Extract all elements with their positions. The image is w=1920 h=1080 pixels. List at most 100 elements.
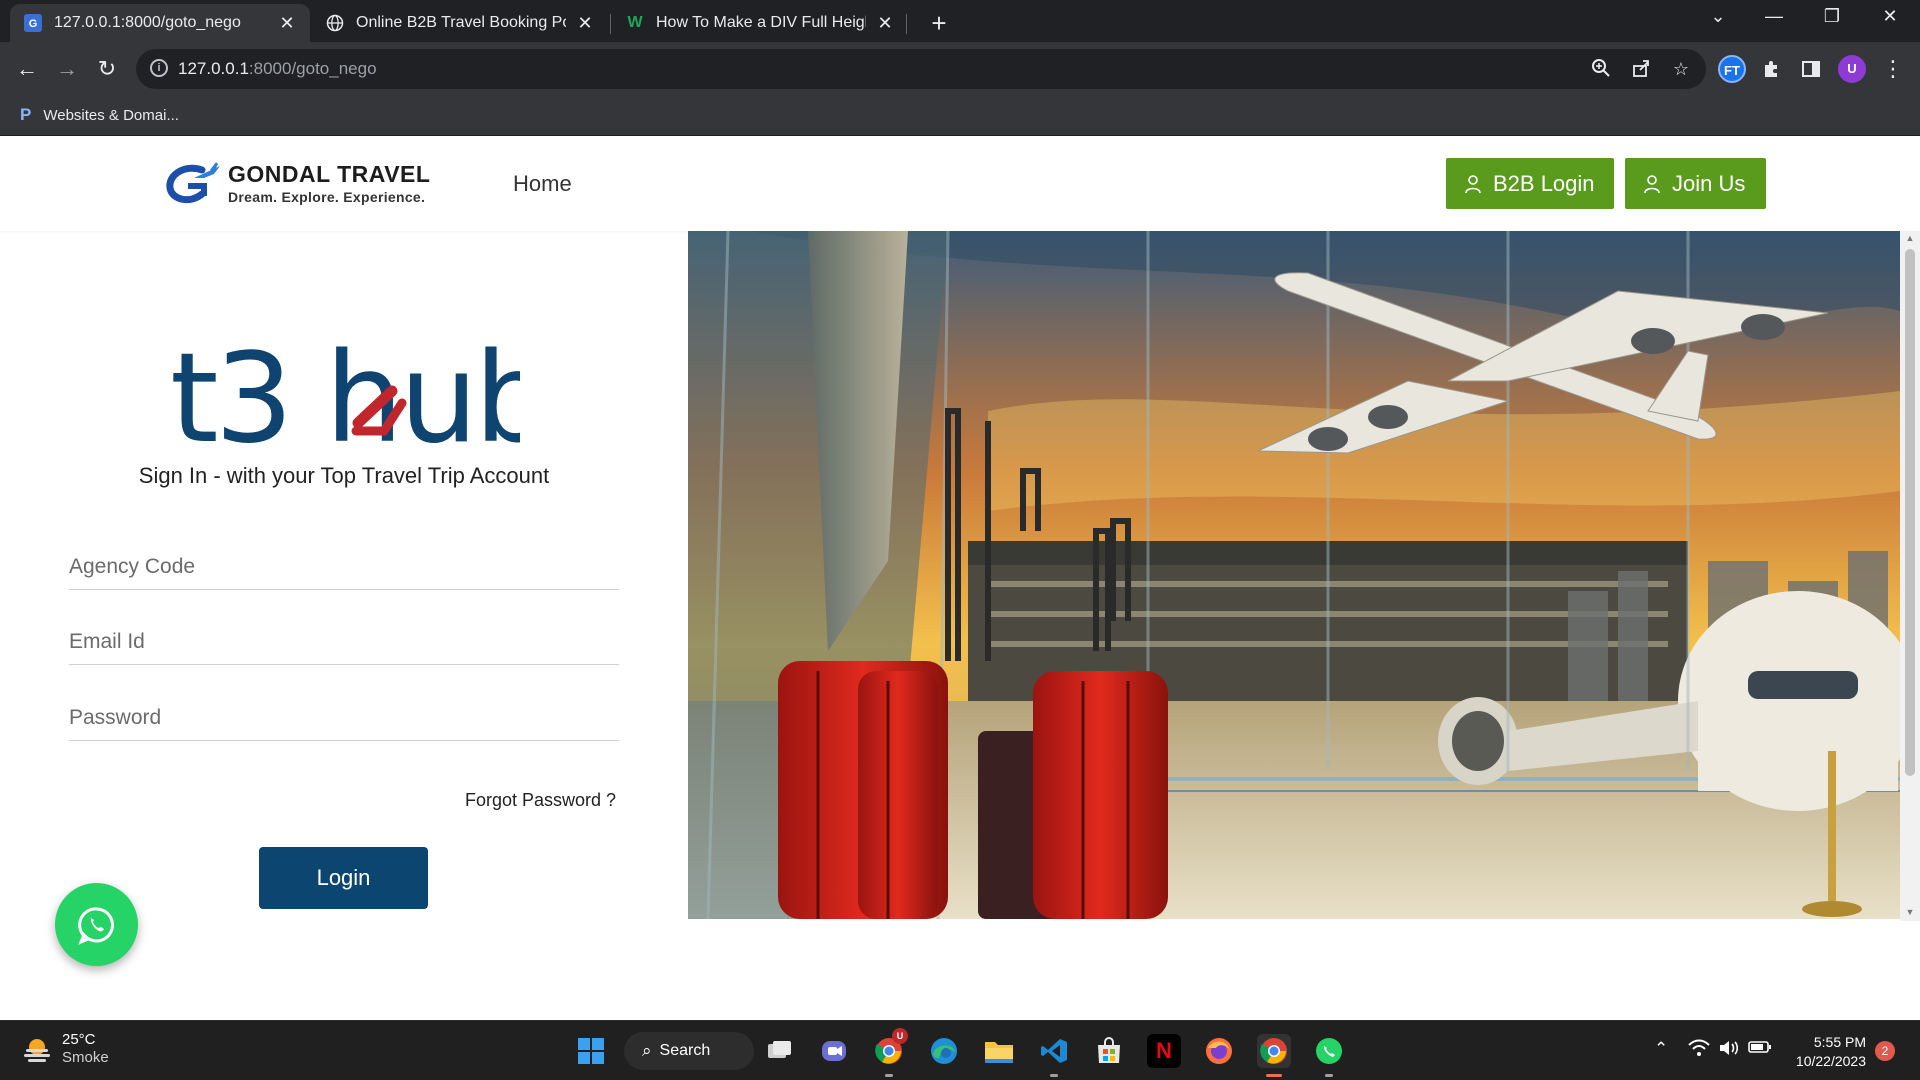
- p-favicon-icon: P: [20, 105, 32, 124]
- join-us-button[interactable]: Join Us: [1625, 158, 1766, 209]
- teams-chat-icon[interactable]: [817, 1034, 851, 1068]
- netflix-icon[interactable]: N: [1147, 1034, 1181, 1068]
- scroll-down-arrow-icon[interactable]: ▼: [1905, 907, 1915, 917]
- tab-title: 127.0.0.1:8000/goto_nego: [54, 14, 241, 31]
- new-tab-plus-icon[interactable]: +: [924, 8, 954, 39]
- b2b-login-button[interactable]: B2B Login: [1446, 158, 1614, 209]
- email-input[interactable]: [69, 609, 619, 664]
- browser-tab-strip: G 127.0.0.1:8000/goto_nego ✕ Online B2B …: [0, 0, 1920, 42]
- globe-icon: [326, 14, 344, 32]
- web-page: GONDAL TRAVEL Dream. Explore. Experience…: [0, 136, 1920, 1020]
- show-hidden-icons-chevron-icon[interactable]: ⌃: [1654, 1039, 1668, 1059]
- bookmark-websites-domains[interactable]: P Websites & Domai...: [20, 105, 179, 125]
- bookmark-star-icon[interactable]: ☆: [1670, 58, 1692, 80]
- close-tab-icon[interactable]: ✕: [576, 13, 594, 34]
- whatsapp-taskbar-icon[interactable]: [1312, 1034, 1346, 1068]
- forward-arrow-icon[interactable]: →: [52, 54, 82, 84]
- brand-tagline: Dream. Explore. Experience.: [228, 189, 426, 205]
- tab-div-full-height[interactable]: W How To Make a DIV Full Height ✕: [612, 4, 908, 42]
- chrome-profile-badge: U: [892, 1028, 908, 1044]
- tab-search-chevron-icon[interactable]: ⌄: [1698, 6, 1738, 27]
- vscode-icon[interactable]: [1037, 1034, 1071, 1068]
- edge-icon[interactable]: [927, 1034, 961, 1068]
- address-bar[interactable]: i 127.0.0.1:8000/goto_nego ☆: [136, 49, 1706, 89]
- join-us-label: Join Us: [1672, 170, 1746, 196]
- side-panel-icon[interactable]: [1796, 54, 1826, 84]
- file-explorer-icon[interactable]: [982, 1034, 1016, 1068]
- user-icon: [1644, 174, 1660, 193]
- close-tab-icon[interactable]: ✕: [876, 13, 894, 34]
- agency-code-input[interactable]: [69, 534, 619, 589]
- site-favicon-icon: G: [24, 14, 42, 32]
- whatsapp-chat-button[interactable]: [55, 883, 138, 966]
- scroll-up-arrow-icon[interactable]: ▲: [1905, 233, 1915, 243]
- tab-title: How To Make a DIV Full Height: [656, 14, 866, 31]
- t3-hub-logo-text: t3 hub: [170, 331, 520, 451]
- weather-widget[interactable]: 25°C Smoke: [22, 1031, 109, 1067]
- chrome-profile-icon[interactable]: U: [872, 1028, 908, 1068]
- task-view-icon[interactable]: [762, 1034, 796, 1068]
- logo-plane-icon: [166, 162, 220, 204]
- site-info-icon[interactable]: i: [150, 59, 168, 77]
- system-clock[interactable]: 5:55 PM 10/22/2023: [1786, 1033, 1866, 1071]
- active-indicator: [1266, 1074, 1282, 1077]
- notification-badge[interactable]: 2: [1875, 1041, 1895, 1061]
- tab-b2b-portal[interactable]: Online B2B Travel Booking Porta ✕: [312, 4, 608, 42]
- search-icon: ⌕: [642, 1041, 652, 1060]
- tab-goto-nego[interactable]: G 127.0.0.1:8000/goto_nego ✕: [10, 4, 310, 42]
- page-scrollbar[interactable]: ▲ ▼: [1900, 231, 1920, 921]
- airport-luggage-illustration: [688, 231, 1900, 919]
- firefox-icon[interactable]: [1202, 1034, 1236, 1068]
- password-input[interactable]: [69, 685, 619, 740]
- tab-separator: [906, 14, 907, 34]
- volume-icon[interactable]: [1718, 1039, 1740, 1062]
- clock-date: 10/22/2023: [1795, 1053, 1866, 1069]
- tab-separator: [610, 14, 611, 34]
- windows-taskbar: 25°C Smoke ⌕ Search U N ⌃ 5:55 PM 10/22/…: [0, 1020, 1920, 1080]
- wifi-icon[interactable]: [1688, 1039, 1710, 1062]
- clock-time: 5:55 PM: [1813, 1034, 1866, 1050]
- t3-hub-logo: t3 hub: [170, 331, 520, 451]
- restore-icon[interactable]: ❐: [1812, 6, 1852, 27]
- minimize-icon[interactable]: —: [1754, 6, 1794, 27]
- profile-avatar[interactable]: U: [1838, 55, 1866, 83]
- reload-icon[interactable]: ↻: [92, 54, 122, 84]
- kebab-menu-icon[interactable]: ⋮: [1878, 54, 1908, 84]
- bookmark-label: Websites & Domai...: [43, 106, 179, 124]
- close-window-icon[interactable]: ✕: [1870, 6, 1910, 27]
- microsoft-store-icon[interactable]: [1092, 1034, 1126, 1068]
- bookmarks-bar: P Websites & Domai...: [0, 96, 1920, 136]
- running-indicator: [1325, 1074, 1333, 1077]
- email-field[interactable]: [69, 609, 619, 665]
- ft-extension-icon[interactable]: FT: [1718, 55, 1746, 83]
- running-indicator: [1050, 1074, 1058, 1077]
- whatsapp-icon: [77, 906, 114, 945]
- agency-code-field[interactable]: [69, 534, 619, 590]
- b2b-login-label: B2B Login: [1493, 170, 1595, 196]
- login-button[interactable]: Login: [259, 847, 428, 909]
- taskbar-search-label: Search: [659, 1042, 711, 1059]
- zoom-icon[interactable]: [1590, 58, 1612, 80]
- weather-temperature: 25°C: [62, 1031, 96, 1048]
- battery-icon[interactable]: [1748, 1039, 1772, 1060]
- url-host: 127.0.0.1: [178, 59, 249, 78]
- scrollbar-thumb[interactable]: [1905, 249, 1915, 776]
- nav-home-link[interactable]: Home: [513, 171, 572, 197]
- windows-start-icon[interactable]: [574, 1034, 608, 1068]
- extensions-puzzle-icon[interactable]: [1756, 54, 1786, 84]
- share-icon[interactable]: [1630, 58, 1652, 80]
- brand-name: GONDAL TRAVEL: [228, 161, 431, 187]
- browser-toolbar: ← → ↻ i 127.0.0.1:8000/goto_nego ☆ FT U …: [0, 42, 1920, 96]
- signin-subtitle: Sign In - with your Top Travel Trip Acco…: [138, 463, 550, 488]
- forgot-password-link[interactable]: Forgot Password ?: [465, 790, 616, 811]
- back-arrow-icon[interactable]: ←: [12, 54, 42, 84]
- running-indicator: [885, 1074, 893, 1077]
- taskbar-search[interactable]: ⌕ Search: [624, 1032, 754, 1070]
- chrome-icon[interactable]: [1257, 1034, 1291, 1068]
- close-tab-icon[interactable]: ✕: [278, 13, 296, 34]
- site-header: GONDAL TRAVEL Dream. Explore. Experience…: [0, 136, 1920, 231]
- gondal-travel-logo[interactable]: GONDAL TRAVEL Dream. Explore. Experience…: [164, 160, 430, 206]
- hazy-sun-icon: [24, 1039, 50, 1062]
- url-text[interactable]: 127.0.0.1:8000/goto_nego: [178, 59, 377, 79]
- password-field[interactable]: [69, 685, 619, 741]
